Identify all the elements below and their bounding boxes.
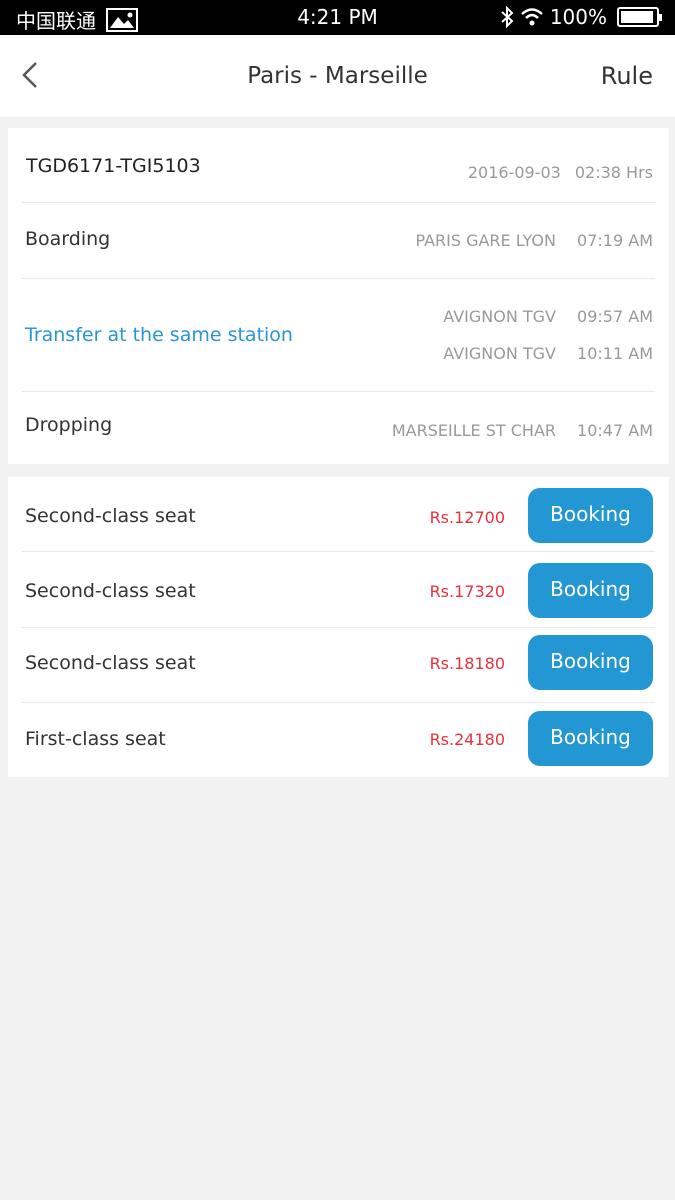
boarding-label: Boarding	[25, 228, 111, 250]
nav-bar: Paris - Marseille Rule	[0, 35, 675, 117]
status-bar: 中国联通 4:21 PM 100%	[0, 0, 675, 35]
divider	[22, 202, 655, 203]
divider	[22, 551, 655, 552]
dropping-time: 10:47 AM	[577, 421, 653, 440]
dropping-label: Dropping	[25, 414, 113, 436]
page-title: Paris - Marseille	[247, 63, 428, 89]
status-right: 100%	[500, 5, 662, 29]
rule-button[interactable]: Rule	[601, 62, 653, 90]
divider	[22, 391, 655, 392]
seat-class-label: First-class seat	[25, 728, 166, 750]
transfer-depart-time: 10:11 AM	[577, 344, 653, 363]
booking-button[interactable]: Booking	[528, 563, 653, 618]
seat-class-label: Second-class seat	[25, 652, 196, 674]
divider	[22, 278, 655, 279]
booking-button[interactable]: Booking	[528, 635, 653, 690]
boarding-time: 07:19 AM	[577, 231, 653, 250]
battery-percent: 100%	[549, 5, 607, 29]
booking-button[interactable]: Booking	[528, 488, 653, 543]
train-date: 2016-09-03	[467, 163, 561, 182]
seat-price: Rs.17320	[429, 582, 505, 601]
boarding-station: PARIS GARE LYON	[415, 231, 556, 250]
transfer-depart-station: AVIGNON TGV	[443, 344, 556, 363]
seat-price: Rs.18180	[429, 654, 505, 673]
divider	[22, 702, 655, 703]
booking-button[interactable]: Booking	[528, 711, 653, 766]
seat-class-label: Second-class seat	[25, 580, 196, 602]
train-duration: 02:38 Hrs	[574, 163, 653, 182]
battery-fill	[621, 11, 653, 23]
transfer-arrive-station: AVIGNON TGV	[443, 307, 556, 326]
seat-price: Rs.12700	[429, 508, 505, 527]
bluetooth-icon	[501, 6, 514, 28]
transfer-link[interactable]: Transfer at the same station	[25, 324, 293, 346]
transfer-arrive-time: 09:57 AM	[577, 307, 653, 326]
train-info-card: TGD6171-TGI5103 2016-09-03 02:38 Hrs Boar…	[8, 128, 669, 464]
battery-icon	[617, 7, 662, 27]
dropping-station: MARSEILLE ST CHAR	[391, 421, 556, 440]
seat-options-card: Second-class seat Rs.12700 Booking Secon…	[8, 477, 669, 777]
divider	[22, 627, 655, 628]
train-date-duration: 2016-09-03 02:38 Hrs	[468, 163, 653, 182]
wifi-icon	[520, 8, 543, 26]
seat-class-label: Second-class seat	[25, 505, 196, 527]
train-number: TGD6171-TGI5103	[26, 155, 201, 177]
seat-price: Rs.24180	[429, 730, 505, 749]
